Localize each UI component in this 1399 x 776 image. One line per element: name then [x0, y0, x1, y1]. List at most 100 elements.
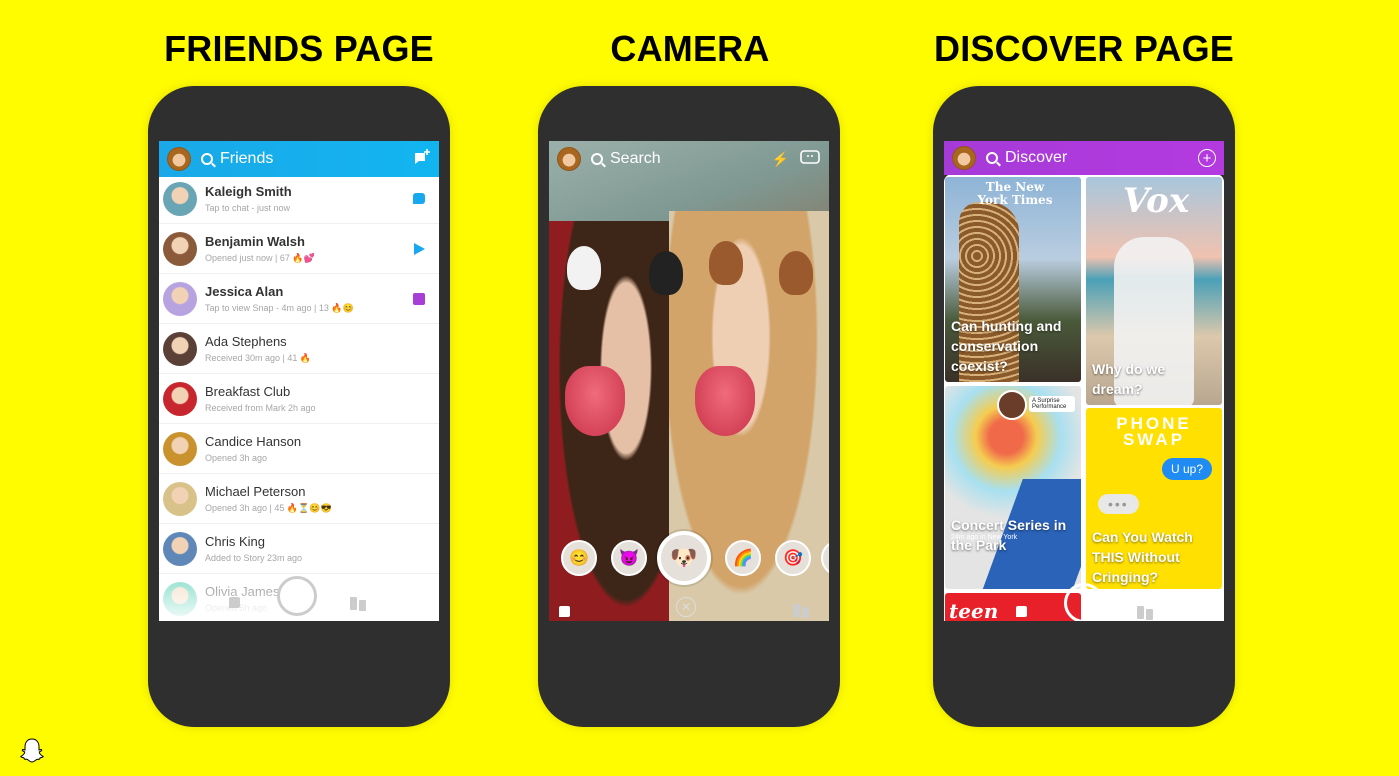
discover-screen: Discover + The New York Times Can huntin…	[944, 141, 1224, 621]
typing-bubble: •••	[1098, 494, 1139, 514]
discover-tile-vox[interactable]: Vox Why do we dream?	[1086, 177, 1222, 405]
lens-option[interactable]: 😈	[611, 540, 647, 576]
friend-avatar[interactable]	[163, 231, 197, 266]
friend-row[interactable]: Kaleigh Smith Tap to chat - just now	[159, 174, 439, 224]
friend-row[interactable]: Candice Hanson Opened 3h ago	[159, 424, 439, 474]
friend-name: Michael Peterson	[205, 483, 306, 499]
friend-status-text: Tap to chat - just now	[205, 203, 291, 213]
friend-avatar[interactable]	[163, 481, 197, 516]
friend-text: Chris King Added to Story 23m ago	[205, 534, 433, 563]
camera-header: Search ⚡	[549, 141, 829, 177]
friend-avatar[interactable]	[163, 381, 197, 416]
stories-icon[interactable]	[793, 604, 809, 618]
friend-text: Benjamin Walsh Opened just now | 67 🔥💕	[205, 234, 414, 264]
friend-avatar[interactable]	[163, 281, 197, 316]
close-lens-button[interactable]: ✕	[676, 597, 696, 617]
dog-ear-left-2	[709, 241, 743, 285]
map-callout: A Surprise Performance	[1029, 396, 1075, 412]
tile-caption: Can hunting and conservation coexist?	[951, 318, 1062, 374]
phone-swap-title: PHONE SWAP	[1116, 414, 1192, 449]
stories-icon[interactable]	[1137, 606, 1153, 620]
dog-tongue-left	[565, 366, 625, 436]
chat-icon[interactable]	[1016, 606, 1027, 617]
capture-button[interactable]	[1064, 583, 1104, 621]
add-icon[interactable]: +	[1198, 149, 1216, 167]
lens-option[interactable]: 😊	[561, 540, 597, 576]
search-icon[interactable]	[986, 152, 998, 164]
friend-text: Jessica Alan Tap to view Snap - 4m ago | …	[205, 284, 413, 314]
friend-avatar[interactable]	[163, 431, 197, 466]
profile-avatar[interactable]	[952, 146, 976, 170]
flip-camera-icon[interactable]	[799, 148, 821, 171]
friend-text: Candice Hanson Opened 3h ago	[205, 434, 433, 463]
camera-screen: Search ⚡ 😊😈🐶🌈🎯🙂 ✕	[549, 141, 829, 621]
profile-avatar[interactable]	[167, 147, 191, 171]
friend-row[interactable]: Chris King Added to Story 23m ago	[159, 524, 439, 574]
friend-status-text: Received 30m ago | 41 🔥	[205, 352, 312, 363]
friend-row[interactable]: Breakfast Club Received from Mark 2h ago	[159, 374, 439, 424]
friend-status-text: Received from Mark 2h ago	[205, 403, 316, 413]
friends-screen: Friends Kaleigh Smith Tap to chat - just …	[159, 141, 439, 621]
tile-caption: Why do we dream?	[1092, 361, 1166, 397]
discover-header: Discover +	[944, 141, 1224, 175]
friend-status-text: Tap to view Snap - 4m ago | 13 🔥😊	[205, 302, 354, 313]
sent-status-icon	[414, 242, 425, 255]
phone-camera: Search ⚡ 😊😈🐶🌈🎯🙂 ✕	[538, 86, 840, 727]
snapchat-ghost-icon	[20, 738, 44, 763]
chat-icon[interactable]	[229, 597, 240, 608]
dog-ear-left-1	[567, 246, 601, 290]
dog-tongue-right	[695, 366, 755, 436]
discover-tile-nyt[interactable]: The New York Times Can hunting and conse…	[945, 177, 1081, 382]
friend-text: Breakfast Club Received from Mark 2h ago	[205, 384, 433, 413]
new-chat-icon[interactable]	[413, 148, 431, 171]
heading-camera: CAMERA	[610, 28, 770, 69]
friend-row[interactable]: Jessica Alan Tap to view Snap - 4m ago | …	[159, 274, 439, 324]
friends-list: Kaleigh Smith Tap to chat - just now Benja…	[159, 174, 439, 621]
friend-avatar[interactable]	[163, 181, 197, 216]
phone-friends: Friends Kaleigh Smith Tap to chat - just …	[148, 86, 450, 727]
lens-option[interactable]: 🌈	[725, 540, 761, 576]
capture-button[interactable]	[277, 576, 317, 616]
friend-row[interactable]: Benjamin Walsh Opened just now | 67 🔥💕	[159, 224, 439, 274]
discover-tile-map[interactable]: A Surprise Performance 24m ago in New Yo…	[945, 386, 1081, 589]
chat-status-icon	[413, 193, 425, 204]
friend-name: Kaleigh Smith	[205, 184, 292, 199]
discover-tile-teen-vogue[interactable]: teen VOGUE	[945, 593, 1081, 621]
friend-avatar[interactable]	[163, 531, 197, 566]
tile-caption: Can You Watch THIS Without Cringing?	[1092, 529, 1193, 585]
snap-status-icon	[413, 292, 425, 305]
teen-vogue-logo: teen VOGUE	[949, 599, 999, 621]
discover-tile-phone-swap[interactable]: PHONE SWAP U up? ••• Can You Watch THIS …	[1086, 408, 1222, 589]
friend-name: Breakfast Club	[205, 384, 291, 399]
friend-avatar[interactable]	[163, 331, 197, 366]
map-thumbnail	[997, 390, 1027, 420]
lens-selected[interactable]: 🐶	[657, 531, 711, 585]
dog-ear-right-1	[649, 251, 683, 295]
flash-off-icon[interactable]: ⚡	[772, 151, 789, 168]
search-icon[interactable]	[591, 153, 603, 165]
discover-grid: The New York Times Can hunting and conse…	[944, 174, 1224, 621]
friend-name: Ada Stephens	[205, 333, 287, 349]
lens-option[interactable]: 🎯	[775, 540, 811, 576]
friend-name: Chris King	[205, 534, 265, 549]
camera-search[interactable]: Search	[610, 150, 762, 168]
search-icon[interactable]	[201, 153, 213, 165]
friend-status-text: Opened 3h ago | 45 🔥⏳😊😎	[205, 502, 332, 513]
phone-discover: Discover + The New York Times Can huntin…	[933, 86, 1235, 727]
friend-status-text: Added to Story 23m ago	[205, 553, 303, 563]
sent-message-bubble: U up?	[1161, 458, 1212, 480]
friend-row[interactable]: Michael Peterson Opened 3h ago | 45 🔥⏳😊😎	[159, 474, 439, 524]
friend-status-text: Opened 3h ago	[205, 453, 268, 463]
friend-row[interactable]: Ada Stephens Received 30m ago | 41 🔥	[159, 324, 439, 374]
stories-icon[interactable]	[350, 597, 366, 611]
profile-avatar[interactable]	[557, 147, 581, 171]
friend-text: Kaleigh Smith Tap to chat - just now	[205, 184, 413, 213]
chat-icon[interactable]	[559, 606, 570, 617]
friends-title[interactable]: Friends	[220, 150, 403, 168]
discover-title[interactable]: Discover	[1005, 149, 1188, 167]
dog-ear-right-2	[779, 251, 813, 295]
friend-name: Jessica Alan	[205, 283, 284, 299]
vox-logo: Vox	[1122, 181, 1190, 221]
heading-discover-page: DISCOVER PAGE	[934, 28, 1234, 69]
friend-text: Ada Stephens Received 30m ago | 41 🔥	[205, 334, 433, 364]
